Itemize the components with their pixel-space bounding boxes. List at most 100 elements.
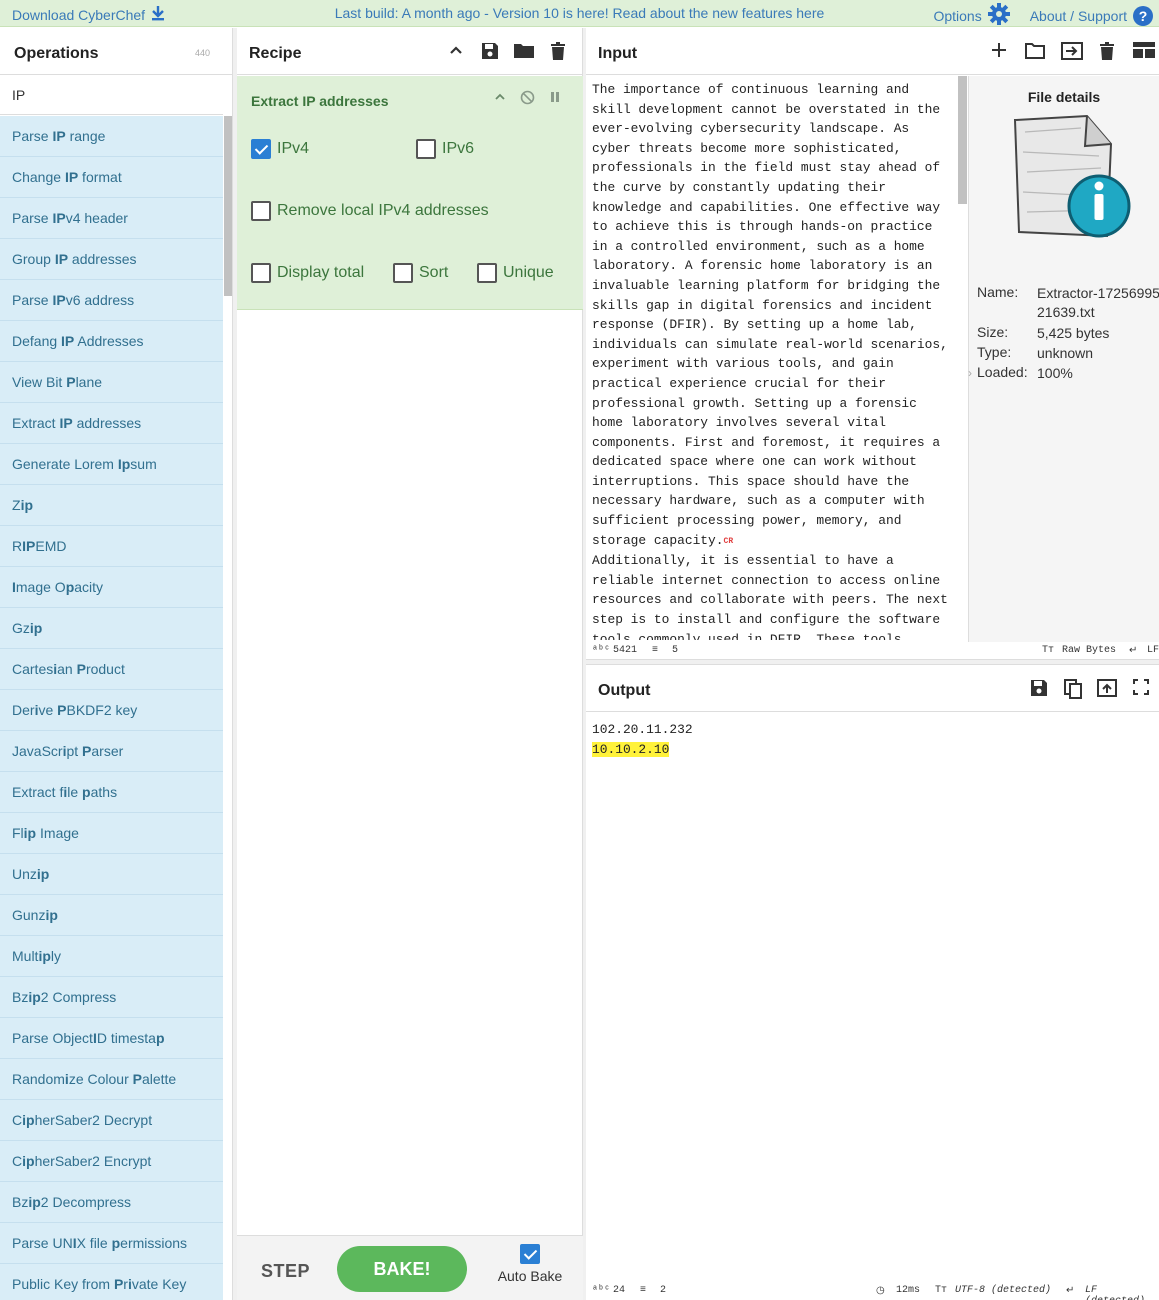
output-line-2: 10.10.2.10: [592, 742, 670, 757]
gear-icon[interactable]: [987, 3, 1010, 28]
download-link[interactable]: Download CyberChef: [12, 5, 165, 24]
download-icon[interactable]: [151, 5, 165, 24]
recipe-operation-extract-ip[interactable]: Extract IP addresses IPv4 IPv6 Remove lo…: [237, 76, 583, 310]
ipv4-checkbox[interactable]: IPv4: [251, 139, 309, 159]
operation-item[interactable]: CipherSaber2 Encrypt: [0, 1141, 223, 1182]
collapse-all-icon[interactable]: [446, 42, 466, 62]
carriage-return-marker: CR: [723, 536, 734, 546]
input-scrollbar[interactable]: [958, 76, 967, 204]
ipv6-checkbox-box[interactable]: [416, 139, 436, 159]
operation-item[interactable]: Randomize Colour Palette: [0, 1059, 223, 1100]
open-folder-icon[interactable]: [1025, 42, 1045, 62]
output-text-size-icon[interactable]: Tт: [935, 1285, 947, 1296]
ipv4-checkbox-box[interactable]: [251, 139, 271, 159]
input-eol[interactable]: LF: [1147, 645, 1159, 656]
operation-item[interactable]: Parse IP range: [0, 116, 223, 157]
ipv6-checkbox[interactable]: IPv6: [416, 139, 474, 159]
operation-item-text: v6 address: [65, 292, 135, 308]
help-icon[interactable]: ?: [1133, 5, 1153, 26]
operation-item[interactable]: Parse ObjectID timestap: [0, 1018, 223, 1059]
operation-item[interactable]: Parse IPv6 address: [0, 280, 223, 321]
options-label[interactable]: Options: [933, 8, 981, 24]
operation-item[interactable]: Parse IPv4 header: [0, 198, 223, 239]
operation-item[interactable]: Bzip2 Compress: [0, 977, 223, 1018]
text-size-icon[interactable]: Tт: [1042, 645, 1054, 656]
save-output-icon[interactable]: [1029, 679, 1049, 699]
clear-input-icon[interactable]: [1097, 42, 1117, 62]
operations-scrollbar[interactable]: [224, 116, 232, 296]
pause-icon[interactable]: [549, 90, 561, 109]
operation-item[interactable]: Bzip2 Decompress: [0, 1182, 223, 1223]
operation-item-text: Der: [12, 702, 35, 718]
operation-item[interactable]: CipherSaber2 Decrypt: [0, 1100, 223, 1141]
operation-item[interactable]: Gzip: [0, 608, 223, 649]
operation-item-match: IP: [64, 169, 79, 185]
maximize-icon[interactable]: [1131, 679, 1151, 699]
sort-checkbox[interactable]: Sort: [393, 263, 448, 283]
operation-item[interactable]: Flip Image: [0, 813, 223, 854]
auto-bake-checkbox[interactable]: [520, 1244, 540, 1264]
operation-item[interactable]: Defang IP Addresses: [0, 321, 223, 362]
operation-item[interactable]: Change IP format: [0, 157, 223, 198]
operation-item[interactable]: Public Key from Private Key: [0, 1264, 223, 1300]
display-total-checkbox[interactable]: Display total: [251, 263, 364, 283]
download-label[interactable]: Download CyberChef: [12, 7, 145, 23]
input-textarea[interactable]: The importance of continuous learning an…: [592, 80, 952, 640]
operation-item[interactable]: Zip: [0, 485, 223, 526]
operation-item-text: JavaScr: [12, 743, 63, 759]
sort-checkbox-box[interactable]: [393, 263, 413, 283]
output-eol-icon[interactable]: ↵: [1066, 1285, 1074, 1297]
chevron-right-icon[interactable]: ›: [968, 366, 976, 380]
bake-button[interactable]: BAKE!: [337, 1246, 467, 1292]
layout-icon[interactable]: [1133, 42, 1155, 62]
operation-item[interactable]: Image Opacity: [0, 567, 223, 608]
operation-item-text: 2 Compress: [40, 989, 117, 1005]
about-support-link[interactable]: About / Support: [1030, 8, 1127, 24]
operation-item[interactable]: JavaScript Parser: [0, 731, 223, 772]
operation-item-text: Bz: [12, 1194, 29, 1210]
operation-item[interactable]: Extract IP addresses: [0, 403, 223, 444]
operation-item[interactable]: View Bit Plane: [0, 362, 223, 403]
output-eol[interactable]: LF (detected): [1085, 1285, 1159, 1300]
copy-icon[interactable]: [1063, 679, 1083, 699]
output-encoding[interactable]: UTF-8 (detected): [955, 1285, 1051, 1296]
open-file-icon[interactable]: [1061, 42, 1083, 62]
operation-item[interactable]: Unzip: [0, 854, 223, 895]
remove-local-checkbox-box[interactable]: [251, 201, 271, 221]
eol-icon[interactable]: ↵: [1129, 645, 1137, 657]
operation-item[interactable]: Generate Lorem Ipsum: [0, 444, 223, 485]
operation-item[interactable]: Derive PBKDF2 key: [0, 690, 223, 731]
input-encoding[interactable]: Raw Bytes: [1062, 645, 1116, 656]
operation-item[interactable]: Parse UNIX file permissions: [0, 1223, 223, 1264]
unique-checkbox-box[interactable]: [477, 263, 497, 283]
operation-item[interactable]: Multiply: [0, 936, 223, 977]
operation-item-match: P: [132, 1071, 142, 1087]
load-folder-icon[interactable]: [514, 42, 534, 62]
build-notice-link[interactable]: Last build: A month ago - Version 10 is …: [335, 5, 825, 21]
disable-icon[interactable]: [520, 90, 535, 109]
add-tab-icon[interactable]: [989, 42, 1009, 62]
operation-item[interactable]: Group IP addresses: [0, 239, 223, 280]
clear-recipe-icon[interactable]: [548, 42, 568, 62]
operations-search[interactable]: [0, 75, 223, 115]
operation-item-match: ip: [45, 907, 58, 923]
operation-item-match: p: [155, 1030, 165, 1046]
operation-item[interactable]: Gunzip: [0, 895, 223, 936]
operation-item[interactable]: Cartesian Product: [0, 649, 223, 690]
chevron-up-icon[interactable]: [494, 90, 506, 109]
operation-item-match: IP: [22, 538, 36, 554]
operation-item-match: ip: [20, 497, 34, 513]
remove-local-checkbox[interactable]: Remove local IPv4 addresses: [251, 201, 489, 221]
output-textarea[interactable]: 102.20.11.232 10.10.2.10: [592, 720, 693, 760]
replace-input-icon[interactable]: [1097, 679, 1117, 699]
step-button[interactable]: STEP: [261, 1261, 310, 1282]
display-total-checkbox-box[interactable]: [251, 263, 271, 283]
operation-item-text: Extract: [12, 415, 60, 431]
operations-panel: Operations 440 Parse IP rangeChange IP f…: [0, 28, 233, 1300]
auto-bake-toggle[interactable]: Auto Bake: [495, 1244, 565, 1284]
operation-item[interactable]: Extract file paths: [0, 772, 223, 813]
operation-item[interactable]: RIPEMD: [0, 526, 223, 567]
search-input[interactable]: [0, 75, 223, 114]
unique-checkbox[interactable]: Unique: [477, 263, 554, 283]
save-icon[interactable]: [480, 42, 500, 62]
